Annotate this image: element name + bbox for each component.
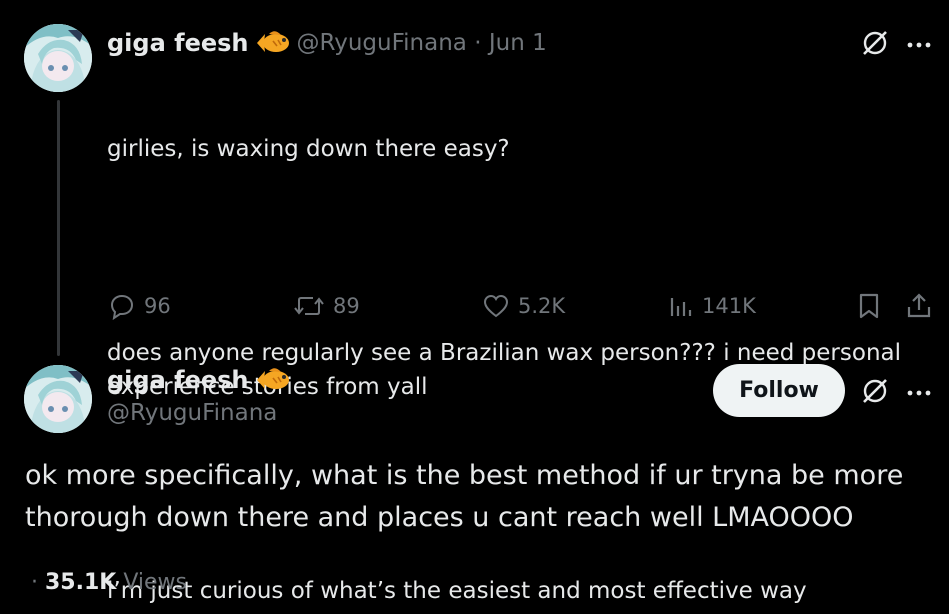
view-count[interactable]: 35.1K [45,570,116,595]
views-label: Views [123,570,187,595]
tweet-date[interactable]: Jun 1 [489,30,547,56]
views-count: 141K [702,294,756,318]
avatar[interactable] [24,24,92,92]
more-icon[interactable] [906,36,932,48]
like-icon [482,292,510,320]
tweet-paragraph: i’m just curious of what’s the easiest a… [107,578,807,604]
display-name[interactable]: giga feesh [107,366,249,394]
main-tweet-text: ok more specifically, what is the best m… [25,460,904,533]
reply-count: 96 [144,294,171,318]
repost-icon [293,292,325,320]
fish-emoji-icon [255,365,291,395]
tweet-paragraph: girlies, is waxing down there easy? [107,136,510,162]
fish-emoji-icon [255,28,291,58]
follow-button[interactable]: Follow [713,364,845,417]
more-icon[interactable] [906,384,932,396]
tweet-meta: @RyuguFinana · Jun 1 [297,30,547,56]
view-count-line: · 35.1K Views [31,570,187,595]
display-name[interactable]: giga feesh [107,29,249,57]
like-count: 5.2K [518,294,566,318]
avatar[interactable] [24,365,92,433]
bookmark-icon[interactable] [856,292,882,320]
tweet-header: giga feesh @RyuguFinana · Jun 1 [107,26,547,60]
author-name-row: giga feesh [107,363,291,397]
views-button[interactable]: 141K [668,292,756,320]
views-icon [668,292,694,320]
handle[interactable]: @RyuguFinana [107,400,277,426]
grok-icon[interactable] [860,376,890,406]
grok-icon[interactable] [860,28,890,58]
reply-button[interactable]: 96 [108,292,171,320]
reply-icon [108,292,136,320]
meta-separator: · [474,30,482,56]
repost-button[interactable]: 89 [293,292,360,320]
handle[interactable]: @RyuguFinana [297,30,467,56]
share-icon[interactable] [904,291,934,321]
views-separator: · [31,570,38,595]
thread-connector-line [57,100,60,356]
like-button[interactable]: 5.2K [482,292,565,320]
repost-count: 89 [333,294,360,318]
